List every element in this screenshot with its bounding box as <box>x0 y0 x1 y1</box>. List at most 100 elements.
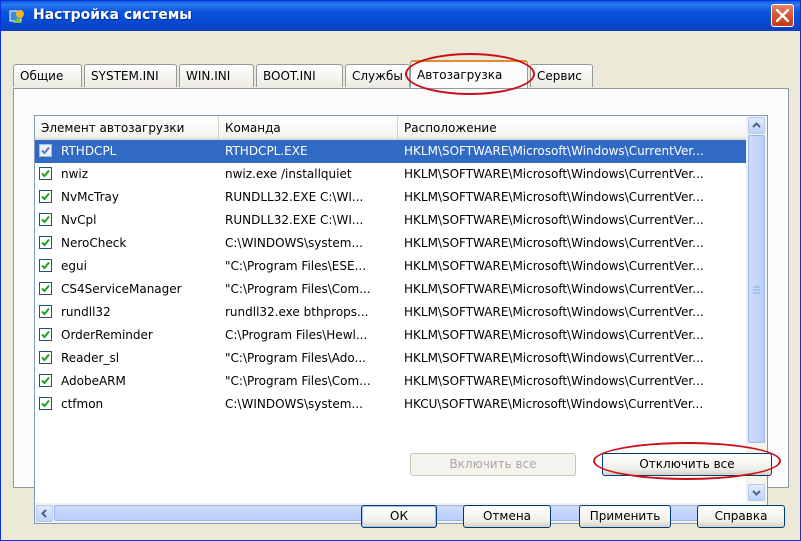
ok-button[interactable]: ОК <box>361 505 437 528</box>
startup-item-location: HKLM\SOFTWARE\Microsoft\Windows\CurrentV… <box>404 305 704 319</box>
tab-services[interactable]: Службы <box>345 64 410 87</box>
list-header: Элемент автозагрузки Команда Расположени… <box>35 116 747 141</box>
startup-item-name: CS4ServiceManager <box>61 282 182 296</box>
list-item[interactable]: NeroCheck C:\WINDOWS\system... HKLM\SOFTWA… <box>35 232 747 255</box>
close-icon <box>776 9 789 22</box>
startup-item-command: RUNDLL32.EXE C:\WI... <box>225 213 364 227</box>
list-item[interactable]: Reader_sl "C:\Program Files\Ado... HKLM\SO… <box>35 347 747 370</box>
startup-item-name: nwiz <box>61 167 89 181</box>
checkmark-icon <box>41 261 50 270</box>
cancel-button[interactable]: Отмена <box>463 505 551 528</box>
help-button[interactable]: Справка <box>697 505 785 528</box>
startup-item-checkbox[interactable] <box>39 305 52 318</box>
startup-item-checkbox[interactable] <box>39 190 52 203</box>
list-item[interactable]: ctfmon C:\WINDOWS\system... HKCU\SOFTWARE\… <box>35 393 747 416</box>
tab-startup[interactable]: Автозагрузка <box>410 60 528 88</box>
startup-item-command: C:\WINDOWS\system... <box>225 397 363 411</box>
startup-item-location: HKCU\SOFTWARE\Microsoft\Windows\CurrentV… <box>404 397 704 411</box>
column-startup-item[interactable]: Элемент автозагрузки <box>35 116 219 140</box>
startup-item-name: NeroCheck <box>61 236 127 250</box>
startup-item-location: HKLM\SOFTWARE\Microsoft\Windows\CurrentV… <box>404 190 704 204</box>
startup-item-location: HKLM\SOFTWARE\Microsoft\Windows\CurrentV… <box>404 259 704 273</box>
startup-item-command: RTHDCPL.EXE <box>225 144 308 158</box>
tab-win-ini[interactable]: WIN.INI <box>179 64 254 87</box>
startup-item-command: "C:\Program Files\Ado... <box>225 351 366 365</box>
startup-item-checkbox[interactable] <box>39 351 52 364</box>
tab-tools[interactable]: Сервис <box>530 64 593 87</box>
startup-item-name: ctfmon <box>61 397 104 411</box>
checkmark-icon <box>41 146 50 155</box>
list-item[interactable]: CS4ServiceManager "C:\Program Files\Com..… <box>35 278 747 301</box>
list-item[interactable]: OrderReminder C:\Program Files\Hewl... HKL… <box>35 324 747 347</box>
checkmark-icon <box>41 399 50 408</box>
startup-item-checkbox[interactable] <box>39 282 52 295</box>
scroll-up-button[interactable] <box>748 117 765 134</box>
tab-general[interactable]: Общие <box>13 64 82 87</box>
list-item[interactable]: NvCpl RUNDLL32.EXE C:\WI... HKLM\SOFTWARE\… <box>35 209 747 232</box>
startup-item-name: rundll32 <box>61 305 111 319</box>
chevron-up-icon <box>752 122 761 128</box>
disable-all-button[interactable]: Отключить все <box>602 453 772 476</box>
vertical-scrollbar[interactable] <box>746 116 767 504</box>
list-item[interactable]: RTHDCPL RTHDCPL.EXE HKLM\SOFTWARE\Microsof… <box>35 140 747 163</box>
startup-item-checkbox[interactable] <box>39 374 52 387</box>
startup-item-location: HKLM\SOFTWARE\Microsoft\Windows\CurrentV… <box>404 351 704 365</box>
vertical-scroll-thumb[interactable] <box>748 135 765 443</box>
checkmark-icon <box>41 284 50 293</box>
startup-item-location: HKLM\SOFTWARE\Microsoft\Windows\CurrentV… <box>404 328 704 342</box>
checkmark-icon <box>41 330 50 339</box>
startup-item-command: C:\WINDOWS\system... <box>225 236 363 250</box>
startup-item-name: NvMcTray <box>61 190 119 204</box>
system-configuration-window: Настройка системы Общие SYSTEM.INI WIN.I… <box>0 0 801 541</box>
window-title: Настройка системы <box>33 7 192 23</box>
startup-item-location: HKLM\SOFTWARE\Microsoft\Windows\CurrentV… <box>404 236 704 250</box>
close-button[interactable] <box>771 4 794 27</box>
column-location[interactable]: Расположение <box>398 116 747 140</box>
checkmark-icon <box>41 238 50 247</box>
startup-item-checkbox[interactable] <box>39 259 52 272</box>
checkmark-icon <box>41 215 50 224</box>
scroll-left-button[interactable] <box>36 505 53 522</box>
msconfig-icon <box>9 10 24 23</box>
list-item[interactable]: egui "C:\Program Files\ESE... HKLM\SOFTWAR… <box>35 255 747 278</box>
tab-system-ini[interactable]: SYSTEM.INI <box>84 64 177 87</box>
startup-item-location: HKLM\SOFTWARE\Microsoft\Windows\CurrentV… <box>404 213 704 227</box>
checkmark-icon <box>41 376 50 385</box>
startup-item-command: RUNDLL32.EXE C:\WI... <box>225 190 364 204</box>
checkmark-icon <box>41 307 50 316</box>
startup-item-location: HKLM\SOFTWARE\Microsoft\Windows\CurrentV… <box>404 282 704 296</box>
list-item[interactable]: nwiz nwiz.exe /installquiet HKLM\SOFTWARE\… <box>35 163 747 186</box>
startup-item-command: "C:\Program Files\Com... <box>225 374 371 388</box>
apply-button[interactable]: Применить <box>579 505 671 528</box>
startup-item-name: RTHDCPL <box>61 144 117 158</box>
startup-item-command: "C:\Program Files\Com... <box>225 282 371 296</box>
startup-item-command: C:\Program Files\Hewl... <box>225 328 368 342</box>
list-item[interactable]: NvMcTray RUNDLL32.EXE C:\WI... HKLM\SOFTWA… <box>35 186 747 209</box>
startup-item-command: nwiz.exe /installquiet <box>225 167 352 181</box>
startup-item-location: HKLM\SOFTWARE\Microsoft\Windows\CurrentV… <box>404 167 704 181</box>
startup-item-checkbox[interactable] <box>39 236 52 249</box>
grip-icon <box>753 286 760 294</box>
list-item[interactable]: rundll32 rundll32.exe bthprops... HKLM\SOF… <box>35 301 747 324</box>
startup-item-name: Reader_sl <box>61 351 120 365</box>
startup-item-checkbox[interactable] <box>39 328 52 341</box>
startup-item-checkbox[interactable] <box>39 397 52 410</box>
chevron-down-icon <box>752 490 761 496</box>
checkmark-icon <box>41 169 50 178</box>
enable-all-button[interactable]: Включить все <box>410 453 576 476</box>
startup-item-location: HKLM\SOFTWARE\Microsoft\Windows\CurrentV… <box>404 374 704 388</box>
column-command[interactable]: Команда <box>219 116 398 140</box>
startup-panel: Элемент автозагрузки Команда Расположени… <box>13 88 789 524</box>
startup-item-location: HKLM\SOFTWARE\Microsoft\Windows\CurrentV… <box>404 144 704 158</box>
checkmark-icon <box>41 192 50 201</box>
list-item[interactable]: AdobeARM "C:\Program Files\Com... HKLM\SOF… <box>35 370 747 393</box>
startup-item-command: "C:\Program Files\ESE... <box>225 259 367 273</box>
startup-item-checkbox[interactable] <box>39 213 52 226</box>
scroll-down-button[interactable] <box>748 484 765 501</box>
startup-item-checkbox[interactable] <box>39 167 52 180</box>
startup-item-name: NvCpl <box>61 213 97 227</box>
tab-boot-ini[interactable]: BOOT.INI <box>256 64 343 87</box>
startup-item-checkbox[interactable] <box>39 144 52 157</box>
startup-item-name: OrderReminder <box>61 328 153 342</box>
title-bar[interactable]: Настройка системы <box>1 1 800 31</box>
